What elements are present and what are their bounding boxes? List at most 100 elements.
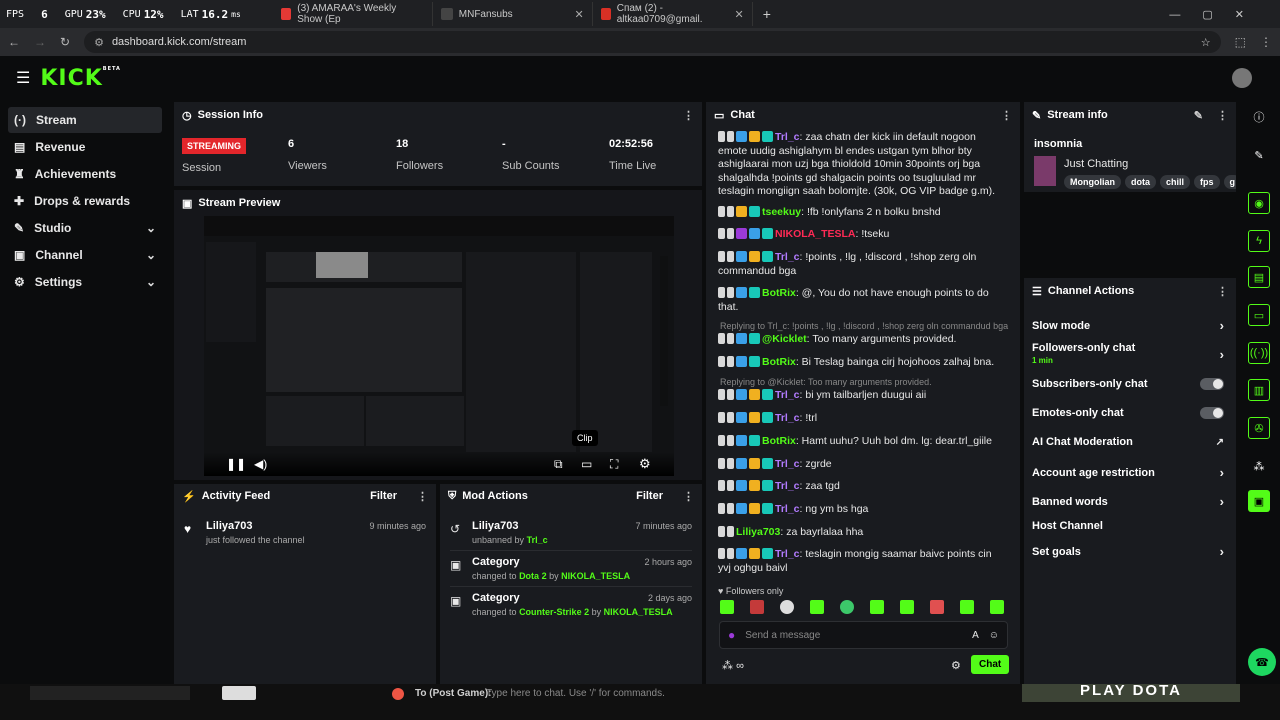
bookmark-star-icon[interactable]: ☆ bbox=[1201, 36, 1211, 49]
support-icon[interactable]: ☎ bbox=[1248, 648, 1276, 676]
bolt-icon: ⚡ bbox=[182, 490, 196, 503]
tab-mnfansubs[interactable]: MNFansubs ✕ bbox=[433, 2, 593, 26]
document-icon[interactable]: ▤ bbox=[1248, 266, 1270, 288]
slow-mode-row[interactable]: Slow mode › bbox=[1032, 318, 1224, 333]
emote-icon[interactable] bbox=[810, 600, 824, 614]
emoji-icon[interactable]: ☺ bbox=[989, 630, 999, 641]
emote-icon[interactable] bbox=[720, 600, 734, 614]
volume-icon[interactable]: ◀) bbox=[254, 457, 267, 471]
avatar[interactable] bbox=[1232, 68, 1252, 88]
camera-icon[interactable]: ◉ bbox=[1248, 192, 1270, 214]
translate-icon[interactable]: A bbox=[972, 630, 979, 641]
right-rail: ⓘ ✎ ◉ ϟ ▤ ▭ ((·)) ▥ ✇ ⁂ ▣ ☎ bbox=[1240, 100, 1280, 690]
chat-message: Trl_c: ng ym bs hga bbox=[718, 503, 1006, 517]
info-icon[interactable]: ⓘ bbox=[1248, 106, 1270, 128]
followers-only-row[interactable]: Followers-only chat 1 min › bbox=[1032, 342, 1224, 366]
more-icon[interactable]: ⋮ bbox=[417, 490, 428, 503]
subscribers-only-toggle[interactable] bbox=[1200, 378, 1224, 390]
chat-settings-icon[interactable]: ⚙ bbox=[951, 659, 961, 672]
bolt-icon[interactable]: ϟ bbox=[1248, 230, 1270, 252]
more-icon[interactable]: ⋮ bbox=[1217, 109, 1228, 122]
tab-gmail[interactable]: Спам (2) - altkaa0709@gmail. ✕ bbox=[593, 2, 753, 26]
site-info-icon[interactable]: ⚙ bbox=[94, 36, 104, 49]
sidebar-item-achievements[interactable]: ♜ Achievements bbox=[8, 161, 162, 187]
more-icon[interactable]: ⋮ bbox=[1001, 109, 1012, 122]
emote-icon[interactable] bbox=[930, 600, 944, 614]
emote-icon[interactable] bbox=[900, 600, 914, 614]
account-age-row[interactable]: Account age restriction › bbox=[1032, 465, 1224, 480]
sidebar-item-studio[interactable]: ✎ Studio ⌄ bbox=[8, 215, 162, 241]
chat-input[interactable]: ● Send a message A ☺ bbox=[719, 621, 1008, 649]
extensions-icon[interactable]: ⬚ bbox=[1235, 35, 1246, 49]
banned-words-row[interactable]: Banned words › bbox=[1032, 494, 1224, 509]
sidebar-item-revenue[interactable]: ▤ Revenue bbox=[8, 134, 162, 160]
stream-info-panel: ✎ Stream info ✎ ⋮ insomnia Just Chatting Mo… bbox=[1024, 102, 1236, 192]
brush-icon: ✎ bbox=[14, 221, 25, 235]
activity-feed-panel: ⚡ Activity Feed Filter ⋮ ♥ Liliya703 just fo… bbox=[174, 484, 436, 684]
followers-count: 18 bbox=[396, 138, 409, 150]
chevron-right-icon: › bbox=[1219, 494, 1224, 509]
layout-icon[interactable]: ▥ bbox=[1248, 379, 1270, 401]
points-indicator[interactable]: ⁂ ∞ bbox=[722, 659, 744, 672]
game-chat-input[interactable]: Type here to chat. Use '/' for commands. bbox=[486, 688, 665, 699]
emote-icon[interactable] bbox=[840, 600, 854, 614]
gear-icon: ⚙ bbox=[14, 275, 25, 289]
pause-icon[interactable]: ❚❚ bbox=[226, 457, 246, 471]
url-field[interactable]: ⚙ dashboard.kick.com/stream ☆ bbox=[84, 31, 1221, 53]
broadcast-icon[interactable]: ((·)) bbox=[1248, 342, 1270, 364]
emote-icon[interactable] bbox=[960, 600, 974, 614]
pip-icon[interactable]: ⧉ bbox=[554, 457, 563, 472]
more-icon[interactable]: ⋮ bbox=[683, 109, 694, 122]
sidebar-item-channel[interactable]: ▣ Channel ⌄ bbox=[8, 242, 162, 268]
back-icon[interactable]: ← bbox=[8, 35, 20, 49]
more-icon[interactable]: ⋮ bbox=[1217, 285, 1228, 298]
tab-amaraa[interactable]: (3) AMARAA's Weekly Show (Ep bbox=[273, 2, 433, 26]
emotes-only-toggle[interactable] bbox=[1200, 407, 1224, 419]
mic-icon[interactable]: ● bbox=[728, 628, 735, 642]
emote-icon[interactable] bbox=[990, 600, 1004, 614]
menu-icon[interactable]: ⋮ bbox=[1260, 35, 1272, 49]
new-tab-icon[interactable]: + bbox=[763, 6, 771, 22]
wrench-icon[interactable]: ✇ bbox=[1248, 417, 1270, 439]
clip-icon[interactable]: ▭ bbox=[581, 457, 592, 471]
host-channel-row[interactable]: Host Channel bbox=[1032, 520, 1224, 532]
undo-icon: ↺ bbox=[450, 522, 461, 536]
pen-icon[interactable]: ✎ bbox=[1248, 144, 1270, 166]
sidebar-item-drops[interactable]: ✚ Drops & rewards bbox=[8, 188, 162, 214]
filter-button[interactable]: Filter bbox=[370, 490, 397, 502]
play-dota-banner[interactable]: PLAY DOTA bbox=[1022, 683, 1240, 702]
emote-icon[interactable] bbox=[750, 600, 764, 614]
close-icon[interactable]: ✕ bbox=[575, 8, 584, 21]
chevron-right-icon: › bbox=[1219, 544, 1224, 559]
game-item-icon bbox=[222, 686, 256, 700]
sidebar-item-stream[interactable]: (·) Stream bbox=[8, 107, 162, 133]
set-goals-row[interactable]: Set goals › bbox=[1032, 544, 1224, 559]
settings-gear-icon[interactable]: ⚙ bbox=[639, 456, 651, 472]
emote-icon[interactable] bbox=[870, 600, 884, 614]
chat-message: Trl_c: teslagin mongig saamar baivc poin… bbox=[718, 548, 992, 574]
reply-context: Replying to Trl_c: !points , !lg , !disc… bbox=[720, 321, 1009, 331]
edit-icon[interactable]: ✎ bbox=[1194, 109, 1203, 122]
session-info-panel: ◷ Session Info ⋮ STREAMING Session 6 Viewers… bbox=[174, 102, 702, 186]
chat-message: Trl_c: zaa chatn der kick iin default no… bbox=[718, 131, 996, 197]
kick-logo[interactable]: KICKBETA bbox=[40, 66, 121, 91]
forward-icon[interactable]: → bbox=[34, 35, 46, 49]
stream-preview-video[interactable]: ❚❚ ◀) ⧉ ▭ Clip ⛶ ⚙ bbox=[204, 216, 674, 476]
sidebar-item-settings[interactable]: ⚙ Settings ⌄ bbox=[8, 269, 162, 295]
hamburger-icon[interactable]: ☰ bbox=[16, 68, 30, 88]
close-icon[interactable]: ✕ bbox=[735, 8, 744, 21]
window-controls[interactable]: —▢✕ bbox=[1169, 8, 1266, 21]
ai-moderation-row[interactable]: AI Chat Moderation ↗ bbox=[1032, 436, 1224, 448]
app-icon[interactable]: ▣ bbox=[1248, 490, 1270, 512]
emote-icon[interactable] bbox=[780, 600, 794, 614]
fullscreen-icon[interactable]: ⛶ bbox=[610, 457, 618, 472]
filter-button[interactable]: Filter bbox=[636, 490, 663, 502]
sidebar: (·) Stream ▤ Revenue ♜ Achievements ✚ Drops … bbox=[0, 100, 170, 690]
reload-icon[interactable]: ↻ bbox=[60, 35, 70, 49]
more-icon[interactable]: ⋮ bbox=[683, 490, 694, 503]
category-icon: ▣ bbox=[450, 594, 462, 608]
emote-bar[interactable] bbox=[720, 600, 1006, 616]
dots-icon[interactable]: ⁂ bbox=[1248, 455, 1270, 477]
chat-bubble-icon[interactable]: ▭ bbox=[1248, 304, 1270, 326]
send-chat-button[interactable]: Chat bbox=[971, 655, 1010, 674]
